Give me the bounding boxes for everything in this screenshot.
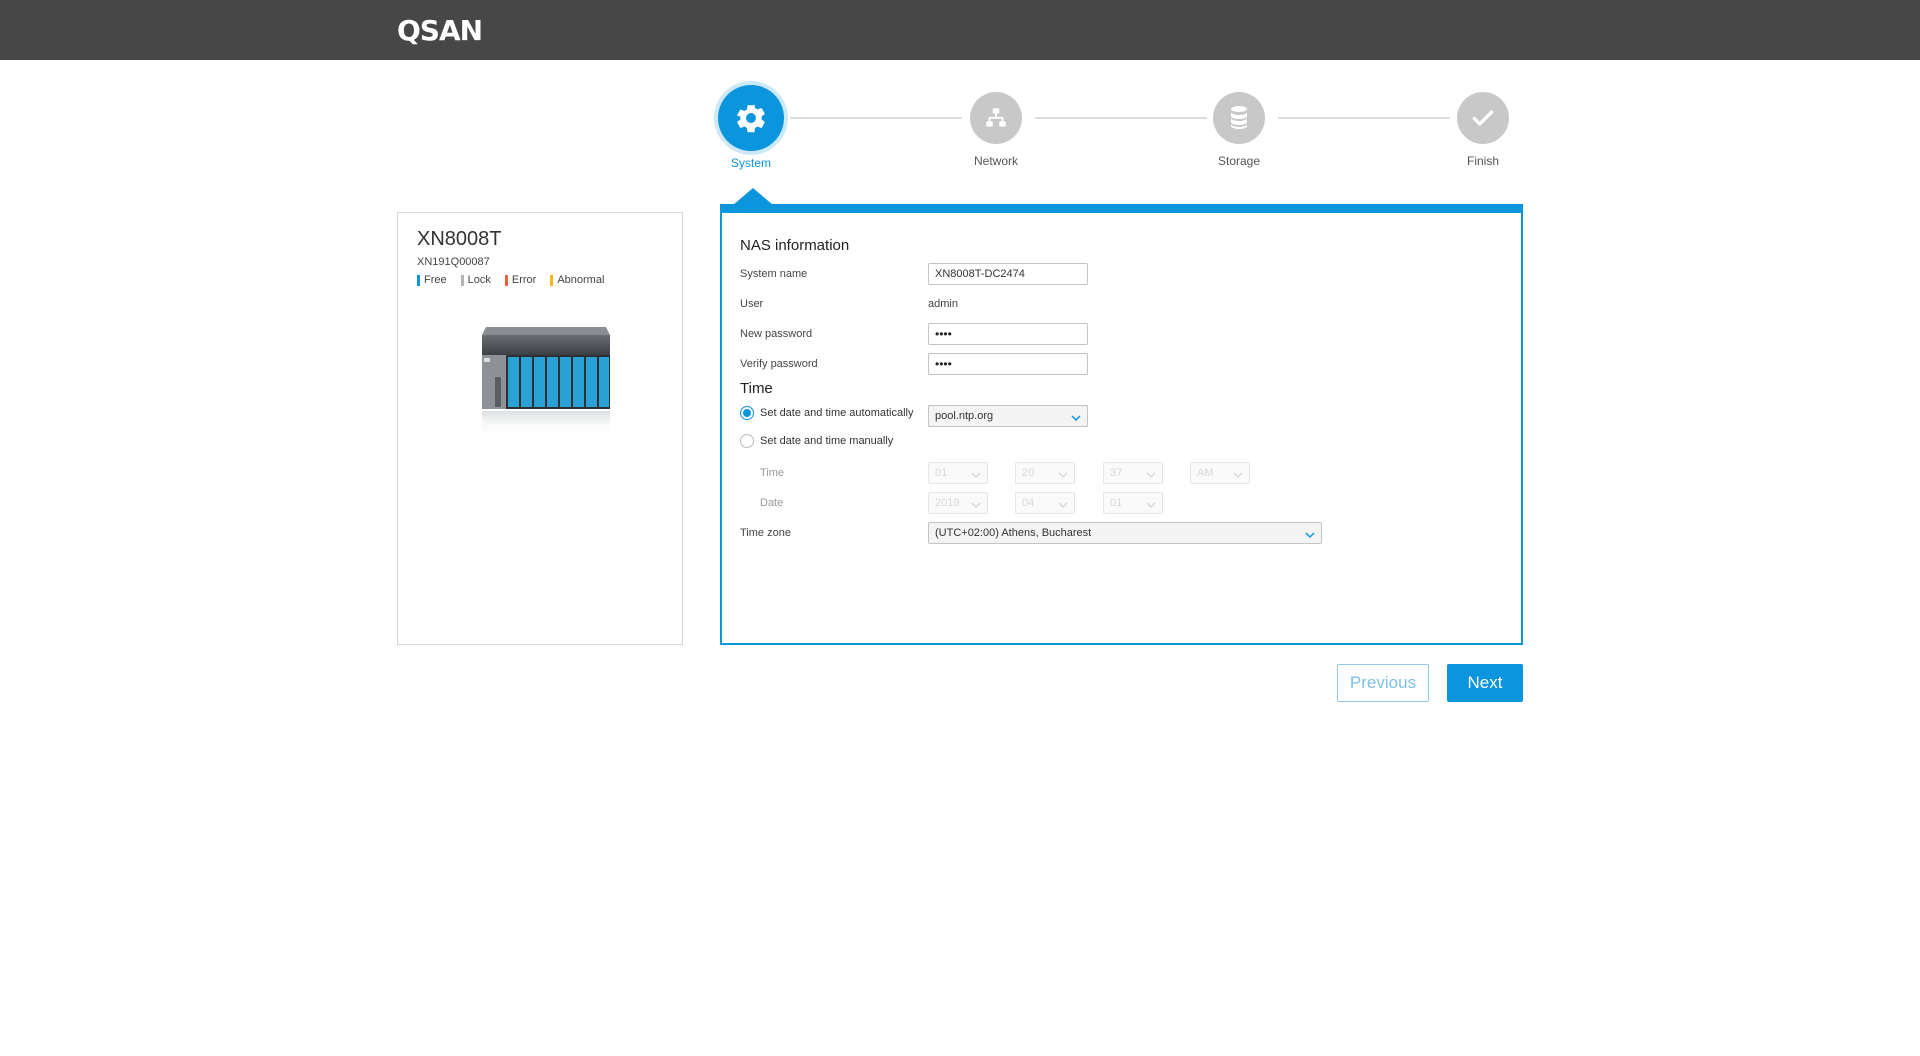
step-label: Storage — [1217, 154, 1261, 168]
previous-button[interactable]: Previous — [1337, 664, 1429, 702]
hour-select[interactable]: 01 — [928, 462, 988, 484]
month-select[interactable]: 04 — [1015, 492, 1075, 514]
manual-time-option[interactable]: Set date and time manually — [740, 434, 893, 448]
device-info-panel: XN8008T XN191Q00087 Free Lock Error Abno… — [397, 212, 683, 645]
step-storage[interactable]: Storage — [1199, 84, 1279, 168]
second-select[interactable]: 37 — [1103, 462, 1163, 484]
legend-error: Error — [504, 274, 536, 286]
chevron-down-icon — [1305, 527, 1315, 547]
new-password-label: New password — [740, 328, 813, 340]
step-connector — [790, 117, 962, 119]
nas-info-heading: NAS information — [740, 237, 850, 254]
step-label: System — [730, 156, 771, 170]
user-label: User — [740, 298, 764, 310]
chevron-down-icon — [1058, 497, 1068, 517]
gear-icon — [718, 85, 784, 151]
auto-time-radio[interactable] — [740, 406, 754, 420]
time-label: Time — [760, 467, 785, 479]
step-system[interactable]: System — [711, 84, 791, 170]
system-settings-form: NAS information System name XN8008T-DC24… — [720, 204, 1523, 645]
legend-abnormal: Abnormal — [550, 274, 604, 286]
next-button[interactable]: Next — [1447, 664, 1523, 702]
chevron-down-icon — [1146, 467, 1156, 487]
nas-device-image — [476, 325, 616, 460]
time-heading: Time — [740, 380, 773, 397]
database-icon — [1213, 92, 1265, 144]
ntp-server-select[interactable]: pool.ntp.org — [928, 405, 1088, 427]
minute-select[interactable]: 20 — [1015, 462, 1075, 484]
step-label: Finish — [1466, 154, 1499, 168]
chevron-down-icon — [971, 497, 981, 517]
network-icon — [970, 92, 1022, 144]
step-connector — [1278, 117, 1450, 119]
chevron-down-icon — [1233, 467, 1243, 487]
chevron-down-icon — [1058, 467, 1068, 487]
ntp-server-value: pool.ntp.org — [935, 410, 994, 422]
manual-time-radio[interactable] — [740, 434, 754, 448]
step-label: Network — [973, 154, 1018, 168]
active-step-pointer — [733, 188, 773, 205]
auto-time-option[interactable]: Set date and time automatically — [740, 406, 913, 420]
timezone-select[interactable]: (UTC+02:00) Athens, Bucharest — [928, 522, 1322, 544]
user-value: admin — [928, 298, 958, 310]
auto-time-label: Set date and time automatically — [760, 407, 914, 419]
verify-password-input[interactable]: •••• — [928, 353, 1088, 375]
step-network[interactable]: Network — [956, 84, 1036, 168]
device-model: XN8008T — [417, 228, 502, 250]
new-password-input[interactable]: •••• — [928, 323, 1088, 345]
timezone-label: Time zone — [740, 527, 791, 539]
top-bar: QSAN — [0, 0, 1920, 60]
verify-password-label: Verify password — [740, 358, 818, 370]
legend-free: Free — [417, 274, 447, 286]
system-name-label: System name — [740, 268, 808, 280]
ampm-select[interactable]: AM — [1190, 462, 1250, 484]
date-label: Date — [760, 497, 784, 509]
manual-time-label: Set date and time manually — [760, 435, 894, 447]
checkmark-icon — [1457, 92, 1509, 144]
setup-stepper: System Network Storage Finish — [718, 84, 1523, 174]
timezone-value: (UTC+02:00) Athens, Bucharest — [935, 527, 1092, 539]
qsan-logo: QSAN — [397, 14, 483, 47]
step-finish[interactable]: Finish — [1443, 84, 1523, 168]
day-select[interactable]: 01 — [1103, 492, 1163, 514]
chevron-down-icon — [1071, 410, 1081, 430]
device-serial: XN191Q00087 — [417, 256, 490, 268]
step-connector — [1035, 117, 1207, 119]
chevron-down-icon — [971, 467, 981, 487]
disk-status-legend: Free Lock Error Abnormal — [417, 274, 604, 286]
chevron-down-icon — [1146, 497, 1156, 517]
year-select[interactable]: 2019 — [928, 492, 988, 514]
legend-lock: Lock — [460, 274, 491, 286]
system-name-input[interactable]: XN8008T-DC2474 — [928, 263, 1088, 285]
